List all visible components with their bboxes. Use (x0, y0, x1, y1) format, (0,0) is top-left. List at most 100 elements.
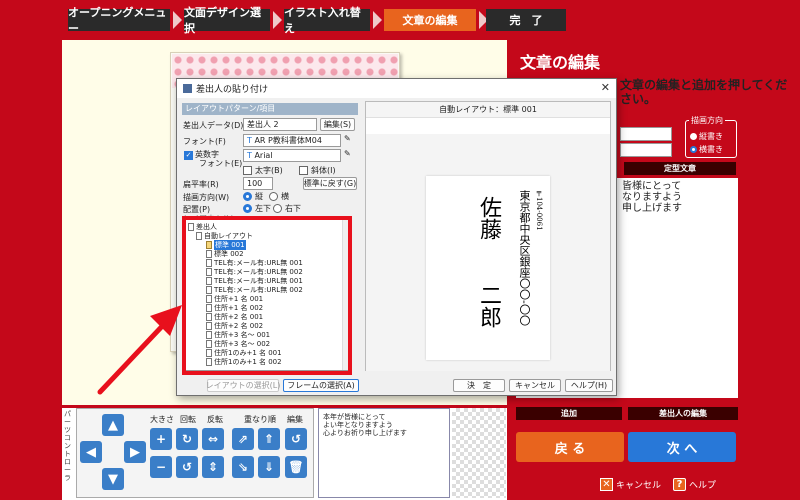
template-text-button[interactable]: 定型文章 (624, 162, 736, 175)
preview-name-surname: 佐藤 (476, 196, 501, 240)
font-select[interactable]: T AR P教科書体M04 (243, 134, 341, 147)
dir-horizontal-radio[interactable] (269, 192, 278, 201)
panel-direction-group: 描画方向 縦書き 横書き (685, 115, 737, 158)
add-button[interactable]: 追加 (516, 407, 622, 420)
close-icon[interactable]: ✕ (601, 81, 610, 94)
send-backward-icon[interactable]: ⇓ (258, 456, 280, 478)
dir-vertical-radio[interactable] (243, 192, 252, 201)
dialog-title: 差出人の貼り付け (196, 85, 269, 95)
frame-select-button[interactable]: フレームの選択(A) (283, 379, 359, 392)
panel-font-combo[interactable] (620, 127, 672, 141)
panel-size-combo[interactable] (620, 143, 672, 157)
layout-preview-pane: 自動レイアウト：標準 001 〒104-0061 東京都中央区銀座〇〇-〇〇 佐… (365, 101, 611, 371)
panel-radio-horizontal[interactable]: 横書き (690, 144, 723, 155)
bring-front-icon[interactable]: ⇗ (232, 428, 254, 450)
sender-parts-thumbnail[interactable] (452, 408, 506, 498)
shrink-icon[interactable]: − (150, 456, 172, 478)
sender-preview-card: 〒104-0061 東京都中央区銀座〇〇-〇〇 佐藤 二郎 (426, 176, 550, 360)
text-parts-thumbnail[interactable]: 本年が皆様にとって よい年となりますよう 心よりお祈り申し上げます (318, 408, 450, 498)
thumb-line: よい年となりますよう (323, 421, 393, 429)
help-icon: ? (673, 478, 686, 491)
rotate-cw-icon[interactable]: ↻ (176, 428, 198, 450)
sender-data-label: 差出人データ(D) (183, 121, 244, 130)
step-text-edit[interactable]: 文章の編集 (384, 9, 476, 31)
place-lower-right-radio[interactable] (273, 204, 282, 213)
preview-header: 自動レイアウト：標準 001 (366, 102, 610, 118)
place-lower-left-radio[interactable] (243, 204, 252, 213)
back-button[interactable]: 戻 る (516, 432, 624, 462)
flatness-stepper[interactable]: 100 (243, 177, 273, 190)
font-picker-icon[interactable]: ✎ (344, 134, 351, 143)
step-arrow-icon (373, 11, 382, 29)
font-label: フォント(F) (183, 137, 226, 146)
dir-horizontal-label: 横 (281, 192, 289, 201)
bold-checkbox[interactable] (243, 166, 252, 175)
preview-name-given: 二郎 (476, 284, 501, 328)
step-complete[interactable]: 完 了 (486, 9, 566, 31)
panel-description: 文章の編集と追加を押してください。 (620, 78, 788, 106)
direction-group-label: 描画方向 (689, 115, 725, 126)
move-down-icon[interactable]: ▼ (102, 468, 124, 490)
enlarge-icon[interactable]: + (150, 428, 172, 450)
preview-postal-code: 〒104-0061 (535, 190, 543, 231)
thumb-line: 本年が皆様にとって (323, 413, 386, 421)
layout-section-header: レイアウトパターン/項目 (182, 103, 358, 115)
step-bar: オープニングメニュー 文面デザイン選択 イラスト入れ替え 文章の編集 完 了 (0, 0, 800, 40)
step-design-select[interactable]: 文面デザイン選択 (184, 6, 270, 35)
flip-label: 反転 (207, 415, 223, 424)
alnum-font-checkbox[interactable]: ✓ (184, 151, 193, 160)
rotate-ccw-icon[interactable]: ↺ (176, 456, 198, 478)
highlight-frame (182, 216, 352, 375)
cancel-icon: ✕ (600, 478, 613, 491)
message-line: なりますよう (622, 192, 682, 203)
order-label: 重なり順 (244, 415, 276, 424)
edit-label: 編集 (287, 415, 303, 424)
dialog-titlebar: 差出人の貼り付け ✕ (177, 79, 616, 98)
thumb-line: 心よりお祈り申し上げます (323, 429, 407, 437)
undo-icon[interactable]: ↺ (285, 428, 307, 450)
footer-cancel[interactable]: ✕ キャンセル (600, 478, 661, 491)
flatness-label: 扁平率(R) (183, 180, 219, 189)
next-button[interactable]: 次 へ (628, 432, 736, 462)
parts-controller-label: パーツコントローラ (64, 410, 71, 482)
move-right-icon[interactable]: ▶ (124, 441, 146, 463)
italic-checkbox[interactable] (299, 166, 308, 175)
preview-canvas: 〒104-0061 東京都中央区銀座〇〇-〇〇 佐藤 二郎 (366, 134, 610, 371)
bold-label: 太字(B) (255, 166, 283, 175)
layout-select-button[interactable]: レイアウトの選択(L) (206, 379, 280, 392)
alnum-font-select[interactable]: T Arial (243, 149, 341, 162)
preview-address: 東京都中央区銀座〇〇-〇〇 (518, 190, 531, 326)
rotate-label: 回転 (180, 415, 196, 424)
place-lower-left-label: 左下 (255, 204, 271, 213)
footer-help[interactable]: ? ヘルプ (673, 478, 716, 491)
panel-title: 文章の編集 (520, 53, 601, 72)
move-up-icon[interactable]: ▲ (102, 414, 124, 436)
panel-radio-vertical[interactable]: 縦書き (690, 131, 723, 142)
alnum-font-picker-icon[interactable]: ✎ (344, 149, 351, 158)
help-button[interactable]: ヘルプ(H) (565, 379, 613, 392)
sender-data-select[interactable]: 差出人 2 (243, 118, 317, 131)
step-arrow-icon (273, 11, 282, 29)
direction-label: 描画方向(W) (183, 193, 230, 202)
send-back-icon[interactable]: ⇘ (232, 456, 254, 478)
place-lower-right-label: 右下 (285, 204, 301, 213)
trash-icon[interactable]: 🗑 (285, 456, 307, 478)
flip-vertical-icon[interactable]: ⇕ (202, 456, 224, 478)
sender-edit-button[interactable]: 編集(S) (320, 118, 355, 131)
message-line: 皆様にとって (622, 181, 682, 192)
alnum-font-label2: フォント(E) (199, 159, 243, 168)
flip-horizontal-icon[interactable]: ⇔ (202, 428, 224, 450)
ok-button[interactable]: 決 定 (453, 379, 505, 392)
cancel-button[interactable]: キャンセル (509, 379, 561, 392)
italic-label: 斜体(I) (311, 166, 336, 175)
step-opening-menu[interactable]: オープニングメニュー (68, 6, 170, 35)
app-icon (183, 84, 192, 93)
step-illustration-swap[interactable]: イラスト入れ替え (284, 6, 370, 35)
message-line: 申し上げます (622, 203, 682, 214)
dir-vertical-label: 縦 (255, 192, 263, 201)
move-left-icon[interactable]: ◀ (80, 441, 102, 463)
size-label: 大きさ (150, 415, 174, 424)
reset-button[interactable]: 標準に戻す(G) (303, 177, 357, 190)
bring-forward-icon[interactable]: ⇑ (258, 428, 280, 450)
sender-edit-button[interactable]: 差出人の編集 (628, 407, 738, 420)
